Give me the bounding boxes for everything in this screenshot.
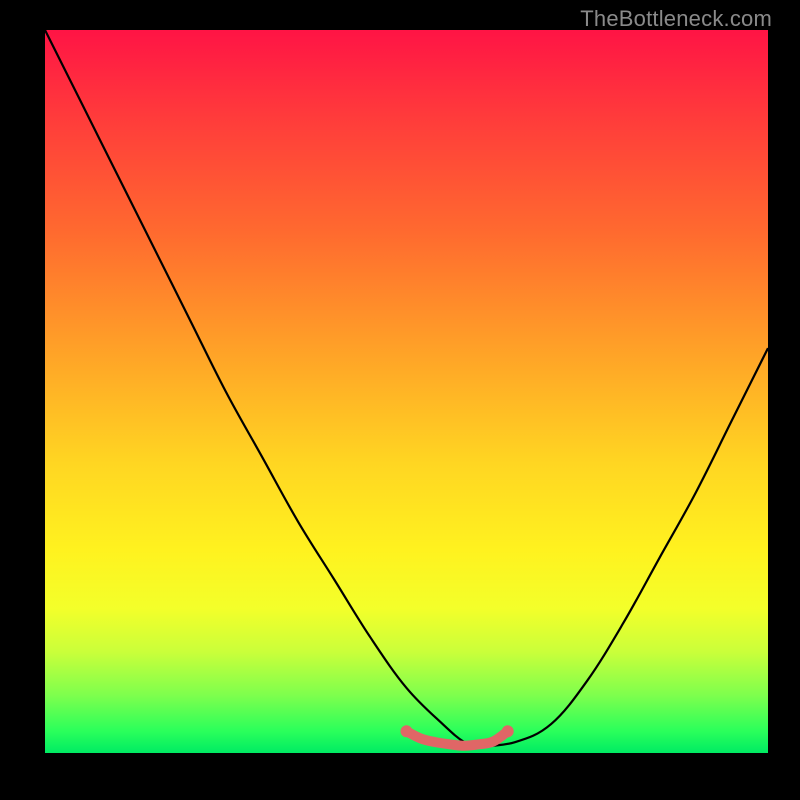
- optimal-band-endpoint: [401, 725, 413, 737]
- curve-svg: [45, 30, 768, 753]
- optimal-band-endpoint: [502, 725, 514, 737]
- bottleneck-curve-path: [45, 30, 768, 746]
- bottleneck-curve-line: [45, 30, 768, 746]
- watermark-text: TheBottleneck.com: [580, 6, 772, 32]
- optimal-band-line: [407, 731, 508, 745]
- plot-area: [45, 30, 768, 753]
- chart-frame: TheBottleneck.com: [0, 0, 800, 800]
